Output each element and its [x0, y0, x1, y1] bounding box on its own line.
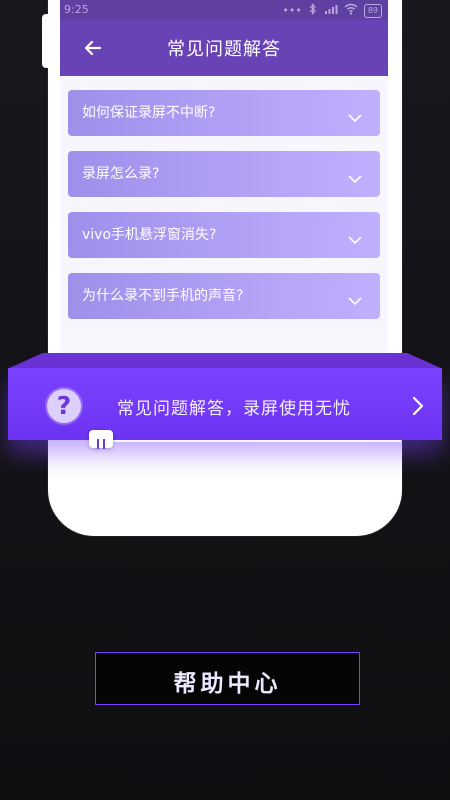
status-bar: 9:25 ••• 89	[60, 0, 388, 20]
pause-button[interactable]	[89, 430, 113, 449]
page-title: 常见问题解答	[167, 39, 281, 60]
faq-item[interactable]: vivo手机悬浮窗消失?	[68, 212, 380, 258]
faq-promo-banner[interactable]: ? 常见问题解答，录屏使用无忧	[8, 368, 442, 440]
wifi-icon	[344, 3, 358, 18]
faq-list: 如何保证录屏不中断? 录屏怎么录? vivo手机悬浮窗消失? 为什么录不到手机的…	[68, 90, 380, 334]
faq-item[interactable]: 如何保证录屏不中断?	[68, 90, 380, 136]
status-icons: ••• 89	[282, 3, 382, 18]
battery-indicator: 89	[363, 3, 382, 18]
chevron-right-icon	[411, 396, 425, 416]
help-center-button[interactable]: 帮助中心	[95, 652, 360, 705]
question-icon: ?	[47, 389, 81, 423]
phone-mockup: 9:25 ••• 89 常见问题解答 如何保证录屏不中断? 录屏怎么录? viv…	[48, 0, 402, 536]
faq-item[interactable]: 录屏怎么录?	[68, 151, 380, 197]
chevron-down-icon	[348, 108, 362, 123]
faq-question: 如何保证录屏不中断?	[82, 105, 216, 121]
status-dots: •••	[282, 3, 302, 17]
banner-text: 常见问题解答，录屏使用无忧	[117, 399, 351, 419]
chevron-down-icon	[348, 291, 362, 306]
chevron-down-icon	[348, 169, 362, 184]
signal-icon	[324, 3, 338, 18]
faq-item[interactable]: 为什么录不到手机的声音?	[68, 273, 380, 319]
help-center-label: 帮助中心	[173, 671, 282, 697]
app-header: 常见问题解答	[60, 20, 388, 76]
bluetooth-icon	[308, 3, 318, 18]
faq-question: 为什么录不到手机的声音?	[82, 288, 244, 304]
faq-question: vivo手机悬浮窗消失?	[82, 227, 217, 243]
pause-icon	[97, 434, 105, 449]
faq-question: 录屏怎么录?	[82, 166, 160, 182]
chevron-down-icon	[348, 230, 362, 245]
question-mark: ?	[56, 391, 72, 420]
phone-screen: 9:25 ••• 89 常见问题解答 如何保证录屏不中断? 录屏怎么录? viv…	[60, 0, 388, 365]
status-time: 9:25	[64, 3, 89, 16]
progress-track	[101, 440, 401, 442]
